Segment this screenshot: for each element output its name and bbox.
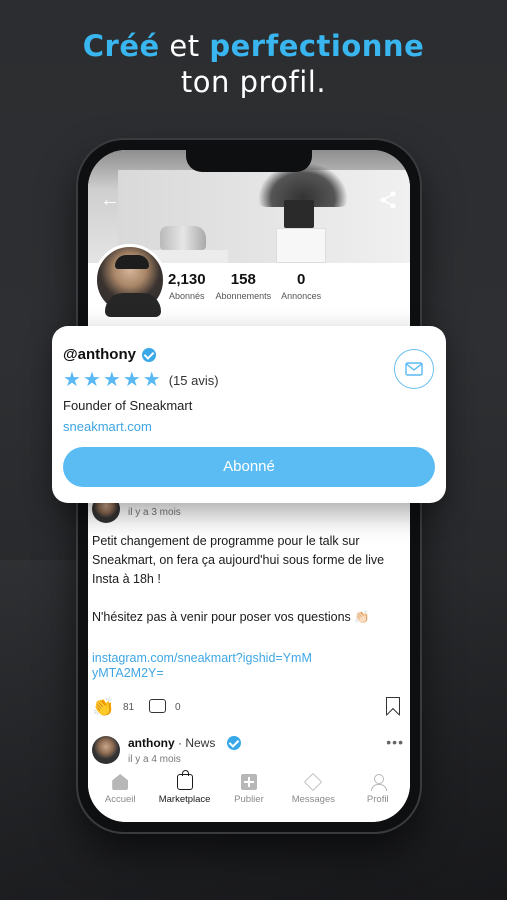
headline-line-2: ton profil. [180,65,327,99]
star-icon: ★ [82,369,101,391]
tab-marketplace[interactable]: Marketplace [155,770,215,822]
mail-icon [405,362,423,376]
tab-label: Accueil [104,794,136,805]
message-button[interactable] [394,349,434,389]
stat-following[interactable]: 158 Abonnements [216,271,272,301]
star-icon: ★ [122,369,141,391]
tab-profile[interactable]: Profil [348,774,408,822]
stat-label: Abonnés [169,291,205,301]
tab-label: Messages [291,794,336,805]
post2-category: · News [174,736,216,750]
post2-avatar[interactable] [92,736,120,764]
cover-sneakers [160,226,206,250]
comment-count: 0 [175,702,181,713]
profile-stats: 2,130 Abonnés 158 Abonnements 0 Annonces [168,271,331,301]
avatar-hoodie [105,293,161,317]
follow-button[interactable]: Abonné [63,447,435,487]
avatar[interactable] [94,244,166,317]
verified-icon [141,347,156,362]
user-icon [370,774,387,791]
bag-icon [176,770,193,790]
tab-bar: Accueil Marketplace Publier Messages Pro… [88,764,410,822]
post-preview[interactable]: anthony · News il y a 4 mois ••• [88,732,410,765]
star-icon: ★ [142,369,161,391]
stat-label: Abonnements [215,291,272,301]
headline-accent-2: perfectionne [209,29,425,63]
bookmark-icon[interactable] [386,697,400,715]
post2-author[interactable]: anthony [128,736,175,750]
tab-messages[interactable]: Messages [283,772,343,822]
post-actions: 👏 81 0 [92,697,404,721]
post-text: Petit changement de programme pour le ta… [92,534,385,624]
cover-pedestal [276,228,326,263]
tab-home[interactable]: Accueil [90,774,150,822]
clap-count: 81 [123,702,135,713]
comment-icon[interactable] [149,699,166,713]
share-icon[interactable] [378,190,398,214]
tab-label: Profil [366,794,389,805]
home-icon [112,774,129,790]
review-count: (15 avis) [168,372,219,388]
clap-icon[interactable]: 👏 [92,697,114,718]
stat-value: 158 [230,271,256,288]
profile-bio: Founder of Sneakmart [63,398,193,413]
back-arrow-icon[interactable]: ← [100,190,120,210]
stat-listings[interactable]: 0 Annonces [281,271,321,301]
profile-handle: @anthony [63,346,136,363]
tab-publish[interactable]: Publier [219,774,279,822]
headline-accent-1: Créé [82,29,160,63]
profile-website-link[interactable]: sneakmart.com [63,419,152,434]
phone-notch [186,150,312,172]
more-options-icon[interactable]: ••• [386,734,404,750]
send-icon [304,772,323,792]
profile-card: @anthony ★ ★ ★ ★ ★ (15 avis) Founder of … [52,326,446,503]
verified-icon [227,736,241,750]
headline: Créé et perfectionne ton profil. [0,28,507,100]
star-icon: ★ [102,369,121,391]
post-time: il y a 3 mois [128,507,181,518]
stat-value: 0 [296,271,306,288]
headline-mid: et [159,29,210,63]
plus-icon [240,774,257,790]
stat-label: Annonces [281,291,322,301]
star-icon: ★ [63,369,81,391]
handle-row: @anthony [63,346,156,363]
rating-row[interactable]: ★ ★ ★ ★ ★ (15 avis) [63,370,219,390]
tab-label: Publier [234,794,264,805]
avatar-hair [115,255,149,269]
tab-label: Marketplace [158,794,211,805]
post-link[interactable]: instagram.com/sneakmart?igshid=YmMyMTA2M… [92,651,312,681]
post2-author-line: anthony · News [128,736,215,750]
stat-value: 2,130 [168,271,206,288]
stat-followers[interactable]: 2,130 Abonnés [168,271,206,301]
cover-pot [284,200,314,228]
